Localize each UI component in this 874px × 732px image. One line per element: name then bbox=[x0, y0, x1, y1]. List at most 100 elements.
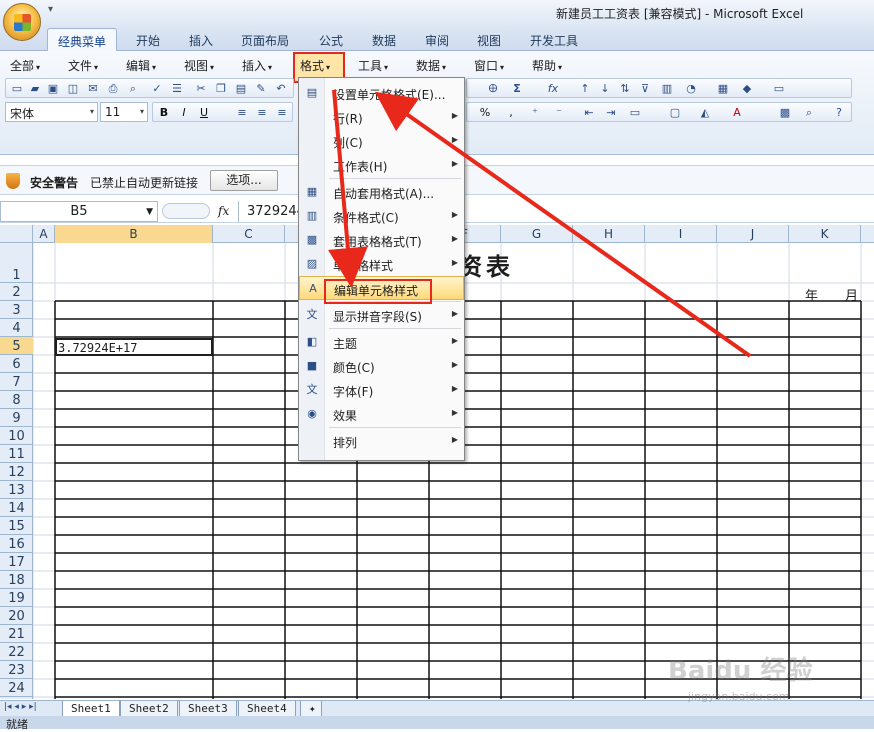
formula-bar-expander[interactable] bbox=[162, 203, 210, 219]
format-menu-item[interactable]: ▥ 条件格式(C) ▶ bbox=[299, 204, 464, 228]
tab-data[interactable]: 数据 bbox=[362, 28, 406, 51]
sort-descending-icon[interactable]: ↓ bbox=[597, 81, 613, 97]
copy-icon[interactable]: ❐ bbox=[213, 81, 229, 97]
column-header[interactable]: C bbox=[213, 225, 285, 243]
format-menu-item[interactable]: 文 显示拼音字段(S) ▶ bbox=[299, 303, 464, 327]
chevron-down-icon[interactable]: ▼ bbox=[146, 202, 153, 222]
italic-icon[interactable]: I bbox=[176, 105, 192, 121]
menu-view[interactable]: 视图 ▾ bbox=[184, 57, 214, 75]
spelling-icon[interactable]: ✓ bbox=[149, 81, 165, 97]
percent-icon[interactable]: % bbox=[477, 105, 493, 121]
font-size-select[interactable]: 11 ▾ bbox=[100, 102, 148, 122]
macro-icon[interactable]: ◆ bbox=[739, 81, 755, 97]
format-menu-item[interactable]: ■ 颜色(C) ▶ bbox=[299, 354, 464, 378]
increase-indent-icon[interactable]: ⇥ bbox=[603, 105, 619, 121]
format-menu-item[interactable]: 行(R) ▶ bbox=[299, 105, 464, 129]
print-icon[interactable]: ⎙ bbox=[105, 81, 121, 97]
row-header[interactable]: 13 bbox=[0, 481, 33, 499]
format-painter-icon[interactable]: ✎ bbox=[253, 81, 269, 97]
name-box[interactable]: B5 ▼ bbox=[0, 201, 158, 222]
format-menu-item[interactable]: 排列 ▶ bbox=[299, 429, 464, 453]
row-header[interactable]: 11 bbox=[0, 445, 33, 463]
menu-data[interactable]: 数据 ▾ bbox=[416, 57, 446, 75]
row-header[interactable]: 4 bbox=[0, 319, 33, 337]
function-icon[interactable]: fx bbox=[545, 81, 561, 97]
sheet-tab[interactable]: Sheet4 bbox=[238, 701, 296, 717]
row-header[interactable]: 14 bbox=[0, 499, 33, 517]
tab-review[interactable]: 审阅 bbox=[415, 28, 459, 51]
increase-decimal-icon[interactable]: ⁺ bbox=[527, 105, 543, 121]
row-header[interactable]: 9 bbox=[0, 409, 33, 427]
sort-icon[interactable]: ⇅ bbox=[617, 81, 633, 97]
menu-all[interactable]: 全部 ▾ bbox=[10, 57, 40, 75]
row-header[interactable]: 3 bbox=[0, 301, 33, 319]
borders-grid-icon[interactable]: ▦ bbox=[715, 81, 731, 97]
autosum-icon[interactable]: Σ bbox=[509, 81, 525, 97]
format-menu-item[interactable]: ▩ 套用表格格式(T) ▶ bbox=[299, 228, 464, 252]
menu-insert[interactable]: 插入 ▾ bbox=[242, 57, 272, 75]
hyperlink-icon[interactable]: 🜨 bbox=[485, 81, 501, 97]
tab-formulas[interactable]: 公式 bbox=[309, 28, 353, 51]
align-center-icon[interactable]: ≡ bbox=[254, 105, 270, 121]
row-header[interactable]: 16 bbox=[0, 535, 33, 553]
merge-icon[interactable]: ▭ bbox=[627, 105, 643, 121]
row-header[interactable]: 23 bbox=[0, 661, 33, 679]
format-menu-item[interactable]: ▦ 自动套用格式(A)... bbox=[299, 180, 464, 204]
tab-page-layout[interactable]: 页面布局 bbox=[231, 28, 299, 51]
menu-file[interactable]: 文件 ▾ bbox=[68, 57, 98, 75]
research-icon[interactable]: ☰ bbox=[169, 81, 185, 97]
format-menu-item[interactable]: 列(C) ▶ bbox=[299, 129, 464, 153]
decrease-decimal-icon[interactable]: ⁻ bbox=[551, 105, 567, 121]
zoom-icon[interactable]: ⌕ bbox=[801, 105, 817, 121]
menu-format[interactable]: 格式 ▾ bbox=[300, 57, 330, 75]
paste-icon[interactable]: ▤ bbox=[233, 81, 249, 97]
menu-window[interactable]: 窗口 ▾ bbox=[474, 57, 504, 75]
align-left-icon[interactable]: ≡ bbox=[234, 105, 250, 121]
select-all-corner[interactable] bbox=[0, 225, 33, 243]
row-header[interactable]: 8 bbox=[0, 391, 33, 409]
insert-sheet-icon[interactable]: ✦ bbox=[300, 701, 322, 717]
permission-icon[interactable]: ◫ bbox=[65, 81, 81, 97]
undo-icon[interactable]: ↶ bbox=[273, 81, 289, 97]
sheet-tab[interactable]: Sheet3 bbox=[179, 701, 237, 717]
menu-tools[interactable]: 工具 ▾ bbox=[358, 57, 388, 75]
row-header[interactable]: 5 bbox=[0, 337, 33, 355]
sheet-nav-icon[interactable]: |◂ ◂ ▸ ▸| bbox=[4, 702, 37, 712]
quick-access-toolbar[interactable]: ▾ bbox=[48, 4, 53, 15]
row-header[interactable]: 22 bbox=[0, 643, 33, 661]
row-header[interactable]: 10 bbox=[0, 427, 33, 445]
row-header[interactable]: 7 bbox=[0, 373, 33, 391]
folder-icon[interactable]: ▭ bbox=[771, 81, 787, 97]
insert-function-icon[interactable]: fx bbox=[218, 204, 229, 218]
menu-help[interactable]: 帮助 ▾ bbox=[532, 57, 562, 75]
chart-icon[interactable]: ▥ bbox=[659, 81, 675, 97]
open-folder-icon[interactable]: ▰ bbox=[27, 81, 43, 97]
filter-icon[interactable]: ⊽ bbox=[637, 81, 653, 97]
save-icon[interactable]: ▣ bbox=[45, 81, 61, 97]
options-button[interactable]: 选项... bbox=[210, 170, 278, 191]
sheet-tab[interactable]: Sheet2 bbox=[120, 701, 178, 717]
tab-home[interactable]: 开始 bbox=[126, 28, 170, 51]
format-menu-item[interactable]: ◧ 主题 ▶ bbox=[299, 330, 464, 354]
sort-ascending-icon[interactable]: ↑ bbox=[577, 81, 593, 97]
office-button[interactable] bbox=[3, 3, 41, 41]
row-header[interactable]: 1 bbox=[0, 243, 33, 283]
row-header[interactable]: 6 bbox=[0, 355, 33, 373]
font-color-icon[interactable]: A bbox=[729, 105, 745, 121]
sheet-tab[interactable]: Sheet1 bbox=[62, 701, 120, 717]
decrease-indent-icon[interactable]: ⇤ bbox=[581, 105, 597, 121]
email-icon[interactable]: ✉ bbox=[85, 81, 101, 97]
bold-icon[interactable]: B bbox=[156, 105, 172, 121]
row-header[interactable]: 12 bbox=[0, 463, 33, 481]
row-header[interactable]: 24 bbox=[0, 679, 33, 697]
column-header[interactable]: A bbox=[33, 225, 55, 243]
help-icon[interactable]: ? bbox=[831, 105, 847, 121]
format-menu-item[interactable]: ◉ 效果 ▶ bbox=[299, 402, 464, 426]
cut-icon[interactable]: ✂ bbox=[193, 81, 209, 97]
menu-edit[interactable]: 编辑 ▾ bbox=[126, 57, 156, 75]
column-header[interactable]: J bbox=[717, 225, 789, 243]
tab-view[interactable]: 视图 bbox=[467, 28, 511, 51]
row-header[interactable]: 20 bbox=[0, 607, 33, 625]
active-cell-outline[interactable] bbox=[55, 338, 213, 356]
row-header[interactable]: 2 bbox=[0, 283, 33, 301]
